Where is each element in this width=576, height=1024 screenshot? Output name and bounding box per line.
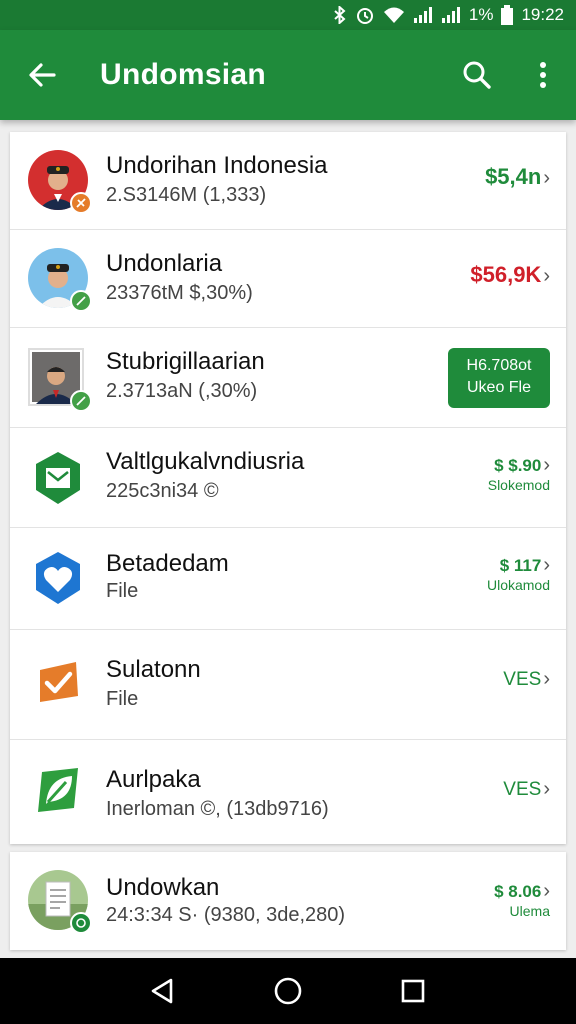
item-title: Undonlaria — [106, 250, 223, 277]
overflow-menu-button[interactable] — [510, 30, 576, 120]
item-detail: 2.3713aN (,30%) — [106, 380, 258, 402]
item-detail: 23376tM $,30%) — [106, 282, 253, 304]
item-amount-group: $ 117 › Ulokamod — [487, 554, 550, 593]
list-item[interactable]: Undonlaria 23376tM $,30%) $56,9K › — [10, 230, 566, 328]
status-badge — [70, 390, 92, 412]
shield-mail-icon — [28, 448, 88, 508]
item-title: Undorihan Indonesia — [106, 152, 328, 179]
chevron-right-icon: › — [543, 880, 550, 902]
square-recents-icon — [402, 979, 425, 1003]
triangle-back-icon — [151, 978, 172, 1004]
item-amount-group: VES › — [503, 668, 550, 691]
list-item[interactable]: Undorihan Indonesia 2.S3146M (1,333) $5,… — [10, 132, 566, 230]
item-amount: $ $.90 — [494, 456, 542, 475]
search-button[interactable] — [444, 30, 510, 120]
chevron-right-icon: › — [543, 265, 550, 287]
item-title: Aurlpaka — [106, 766, 201, 793]
item-amount: $ 8.06 — [494, 882, 542, 901]
item-title: Betadedam — [106, 550, 229, 577]
item-detail: 24:3:34 S· (9380, 3de,280) — [106, 904, 346, 926]
item-amount-group: $ $.90 › Slokemod — [488, 454, 550, 493]
list-card: Undorihan Indonesia 2.S3146M (1,333) $5,… — [10, 132, 566, 844]
item-detail: 2.S3146M (1,333) — [106, 184, 267, 206]
arrow-back-icon — [29, 63, 56, 87]
item-amount: $56,9K — [470, 262, 542, 287]
status-bar: 1% 19:22 — [0, 0, 576, 30]
leaf-shield-icon — [28, 760, 88, 820]
wifi-icon — [383, 6, 405, 24]
status-badge — [70, 192, 92, 214]
item-sublabel: Ulema — [509, 903, 550, 919]
list-item[interactable]: Valtlgukalvndiusria 225c3ni34 © $ $.90 › … — [10, 428, 566, 528]
signal-icon-2 — [441, 6, 461, 24]
item-sublabel: Slokemod — [487, 477, 550, 493]
item-status: VES — [503, 669, 542, 690]
file-pill-button[interactable]: H6.708ot Ukeo Fle — [448, 348, 550, 408]
check-tile-icon — [28, 652, 88, 712]
chevron-right-icon: › — [543, 554, 550, 576]
chevron-right-icon: › — [543, 167, 550, 189]
status-badge — [70, 912, 92, 934]
page-title: Undomsian — [100, 58, 267, 91]
item-detail: 225c3ni34 © — [106, 480, 219, 502]
more-vert-icon — [540, 62, 546, 88]
item-sublabel: Ulokamod — [486, 577, 550, 593]
chevron-right-icon: › — [543, 668, 550, 690]
bluetooth-icon — [333, 6, 347, 24]
chevron-right-icon: › — [543, 778, 550, 800]
avatar — [28, 248, 92, 312]
alarm-icon — [355, 5, 375, 25]
chevron-right-icon: › — [543, 454, 550, 476]
list-item[interactable]: Stubrigillaarian 2.3713aN (,30%) H6.708o… — [10, 328, 566, 428]
item-detail: File — [106, 688, 139, 710]
avatar — [28, 870, 92, 934]
item-amount-group: $5,4n › — [485, 164, 550, 190]
search-icon — [463, 61, 491, 89]
item-amount: $ 117 — [499, 556, 542, 575]
avatar — [28, 348, 92, 412]
item-detail: File — [106, 580, 139, 602]
battery-percent: 1% — [468, 5, 494, 24]
app-bar: Undomsian — [0, 30, 576, 120]
item-status: VES — [503, 779, 542, 800]
pill-label: Ukeo Fle — [466, 379, 532, 396]
item-amount-group: VES › — [503, 778, 550, 801]
item-title: Stubrigillaarian — [106, 348, 265, 375]
avatar — [28, 150, 92, 214]
heart-shield-icon — [28, 548, 88, 608]
system-nav-bar — [0, 958, 576, 1024]
footer-card: Undowkan 24:3:34 S· (9380, 3de,280) $ 8.… — [10, 852, 566, 950]
status-badge — [70, 290, 92, 312]
back-button[interactable] — [0, 30, 84, 120]
pill-amount: H6.708ot — [466, 357, 532, 374]
item-detail: Inerloman ©, (13db9716) — [106, 798, 329, 820]
clock: 19:22 — [521, 5, 564, 24]
item-amount: $5,4n — [485, 164, 542, 189]
list-item[interactable]: Sulatonn File VES › — [10, 630, 566, 740]
battery-icon — [501, 5, 514, 25]
list-item[interactable]: Aurlpaka Inerloman ©, (13db9716) VES › — [10, 740, 566, 844]
nav-recents-button[interactable] — [389, 967, 437, 1015]
list-item[interactable]: Undowkan 24:3:34 S· (9380, 3de,280) $ 8.… — [10, 852, 566, 950]
item-title: Valtlgukalvndiusria — [106, 448, 305, 475]
nav-home-button[interactable] — [264, 967, 312, 1015]
circle-home-icon — [274, 977, 302, 1005]
item-amount-group: $56,9K › — [470, 262, 550, 288]
signal-icon — [413, 6, 433, 24]
nav-back-button[interactable] — [139, 967, 187, 1015]
item-title: Sulatonn — [106, 656, 201, 683]
list-item[interactable]: Betadedam File $ 117 › Ulokamod — [10, 528, 566, 630]
item-amount-group: $ 8.06 › Ulema — [494, 880, 550, 919]
item-title: Undowkan — [106, 874, 220, 901]
